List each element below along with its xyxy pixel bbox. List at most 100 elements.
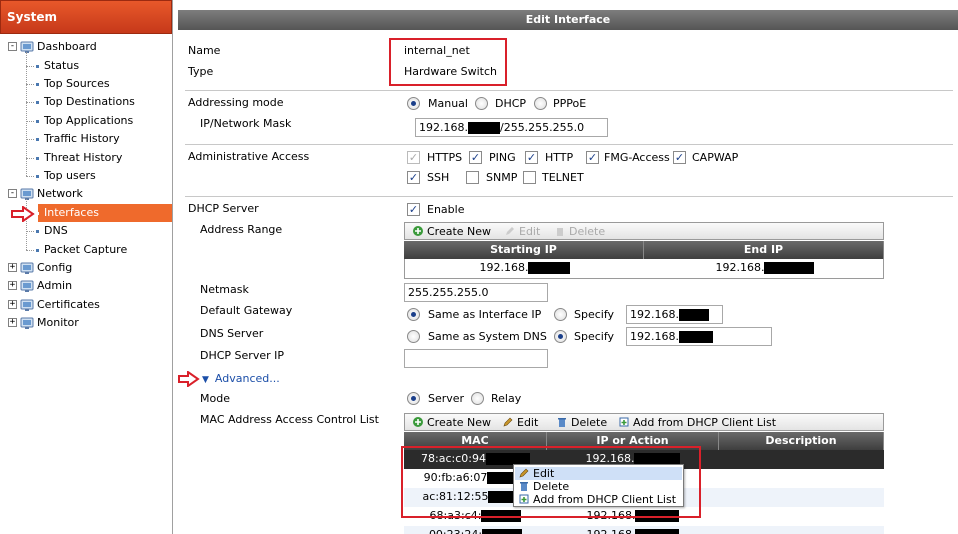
redacted-block (482, 529, 523, 534)
ping-checkbox[interactable]: ✓ (469, 151, 482, 164)
sidebar-item-label: Certificates (37, 298, 100, 311)
sidebar-item-config[interactable]: + Config (0, 259, 172, 277)
range-end-value: 192.168. (715, 261, 765, 274)
range-edit-button[interactable]: Edit (505, 224, 540, 240)
red-arrow-icon (178, 371, 200, 387)
sidebar-item-label: Network (37, 187, 83, 200)
tree-connector (26, 52, 27, 176)
dns-specify-radio[interactable] (554, 330, 567, 343)
ssh-checkbox[interactable]: ✓ (407, 171, 420, 184)
collapse-icon[interactable]: - (8, 42, 17, 51)
http-checkbox[interactable]: ✓ (525, 151, 538, 164)
addressing-manual-radio[interactable] (407, 97, 420, 110)
dhcp-server-ip-label: DHCP Server IP (200, 349, 284, 362)
sidebar-item-label: Packet Capture (44, 243, 128, 256)
sidebar-item-monitor[interactable]: + Monitor (0, 314, 172, 332)
sidebar-item-label: Threat History (44, 151, 123, 164)
advanced-toggle[interactable]: ▼ Advanced... (202, 372, 280, 385)
tree-connector (26, 231, 34, 232)
description-cell (719, 507, 884, 525)
netmask-input[interactable]: 255.255.255.0 (404, 283, 548, 302)
bullet-icon (36, 65, 39, 68)
mode-server-radio[interactable] (407, 392, 420, 405)
mac-col-description[interactable]: Description (719, 432, 884, 450)
range-col-end-ip[interactable]: End IP (644, 241, 884, 259)
mac-acl-label: MAC Address Access Control List (200, 413, 379, 426)
pencil-icon (506, 227, 514, 235)
dhcp-server-label: DHCP Server (188, 202, 259, 215)
config-icon (20, 261, 34, 275)
mac-create-new-button[interactable]: Create New (413, 415, 491, 431)
range-row[interactable]: 192.168. 192.168. (404, 259, 884, 279)
capwap-checkbox[interactable]: ✓ (673, 151, 686, 164)
gateway-same-label: Same as Interface IP (428, 308, 542, 321)
sidebar-item-label: Top Applications (44, 114, 134, 127)
certificates-icon (20, 298, 34, 312)
sidebar-item-label: Top Destinations (44, 95, 135, 108)
dhcp-server-ip-input[interactable] (404, 349, 548, 368)
range-start-value: 192.168. (479, 261, 529, 274)
telnet-checkbox[interactable] (523, 171, 536, 184)
bullet-icon (36, 83, 39, 86)
bullet-icon (36, 212, 39, 215)
telnet-label: TELNET (542, 171, 584, 184)
range-create-new-button[interactable]: Create New (413, 224, 491, 240)
dns-input[interactable]: 192.168. (626, 327, 772, 346)
mac-add-dhcp-button[interactable]: Add from DHCP Client List (619, 415, 776, 431)
bullet-icon (36, 120, 39, 123)
mac-delete-button[interactable]: Delete (557, 415, 607, 431)
mac-edit-button[interactable]: Edit (503, 415, 538, 431)
bullet-icon (36, 230, 39, 233)
red-arrow-icon (11, 206, 35, 222)
gateway-input[interactable]: 192.168. (626, 305, 723, 324)
admin-icon (20, 279, 34, 293)
sidebar-item-label: DNS (44, 224, 68, 237)
dns-same-radio[interactable] (407, 330, 420, 343)
mac-table-row[interactable]: 00:23:24: 192.168. (404, 526, 884, 534)
expand-icon[interactable]: + (8, 318, 17, 327)
https-label: HTTPS (427, 151, 463, 164)
fmg-access-checkbox[interactable]: ✓ (586, 151, 599, 164)
range-col-starting-ip[interactable]: Starting IP (404, 241, 644, 259)
bullet-icon (36, 101, 39, 104)
monitor-icon (20, 316, 34, 330)
sidebar-item-label: Interfaces (44, 206, 99, 219)
expand-icon[interactable]: + (8, 300, 17, 309)
range-edit-label: Edit (519, 225, 541, 238)
expand-icon[interactable]: + (8, 263, 17, 272)
addressing-pppoe-radio[interactable] (534, 97, 547, 110)
ip-value: 192.168. (587, 528, 636, 534)
snmp-checkbox[interactable] (466, 171, 479, 184)
sidebar-item-admin[interactable]: + Admin (0, 277, 172, 295)
bullet-icon (36, 138, 39, 141)
redacted-block (678, 331, 713, 343)
mode-label: Mode (200, 392, 230, 405)
ip-mask-input[interactable]: 192.168. /255.255.255.0 (415, 118, 608, 137)
range-delete-button[interactable]: Delete (555, 224, 605, 240)
mac-delete-label: Delete (571, 416, 608, 429)
gateway-same-radio[interactable] (407, 308, 420, 321)
tree-connector (26, 102, 34, 103)
capwap-label: CAPWAP (692, 151, 739, 164)
mode-relay-radio[interactable] (471, 392, 484, 405)
gateway-specify-radio[interactable] (554, 308, 567, 321)
https-checkbox[interactable]: ✓ (407, 151, 420, 164)
netmask-label: Netmask (200, 283, 249, 296)
collapse-icon[interactable]: - (8, 189, 17, 198)
dhcp-enable-checkbox[interactable]: ✓ (407, 203, 420, 216)
triangle-down-icon: ▼ (202, 375, 209, 385)
addressing-mode-label: Addressing mode (188, 96, 284, 109)
description-cell (719, 526, 884, 534)
ip-prefix: 192.168. (419, 121, 468, 134)
description-cell (719, 488, 884, 506)
fmg-access-label: FMG-Access (604, 151, 670, 164)
trash-icon (557, 228, 563, 236)
name-label: Name (188, 44, 221, 57)
gateway-specify-label: Specify (574, 308, 615, 321)
expand-icon[interactable]: + (8, 281, 17, 290)
sidebar-item-certificates[interactable]: + Certificates (0, 296, 172, 314)
mac-add-dhcp-label: Add from DHCP Client List (633, 416, 777, 429)
addressing-dhcp-radio[interactable] (475, 97, 488, 110)
tree-connector (26, 250, 34, 251)
